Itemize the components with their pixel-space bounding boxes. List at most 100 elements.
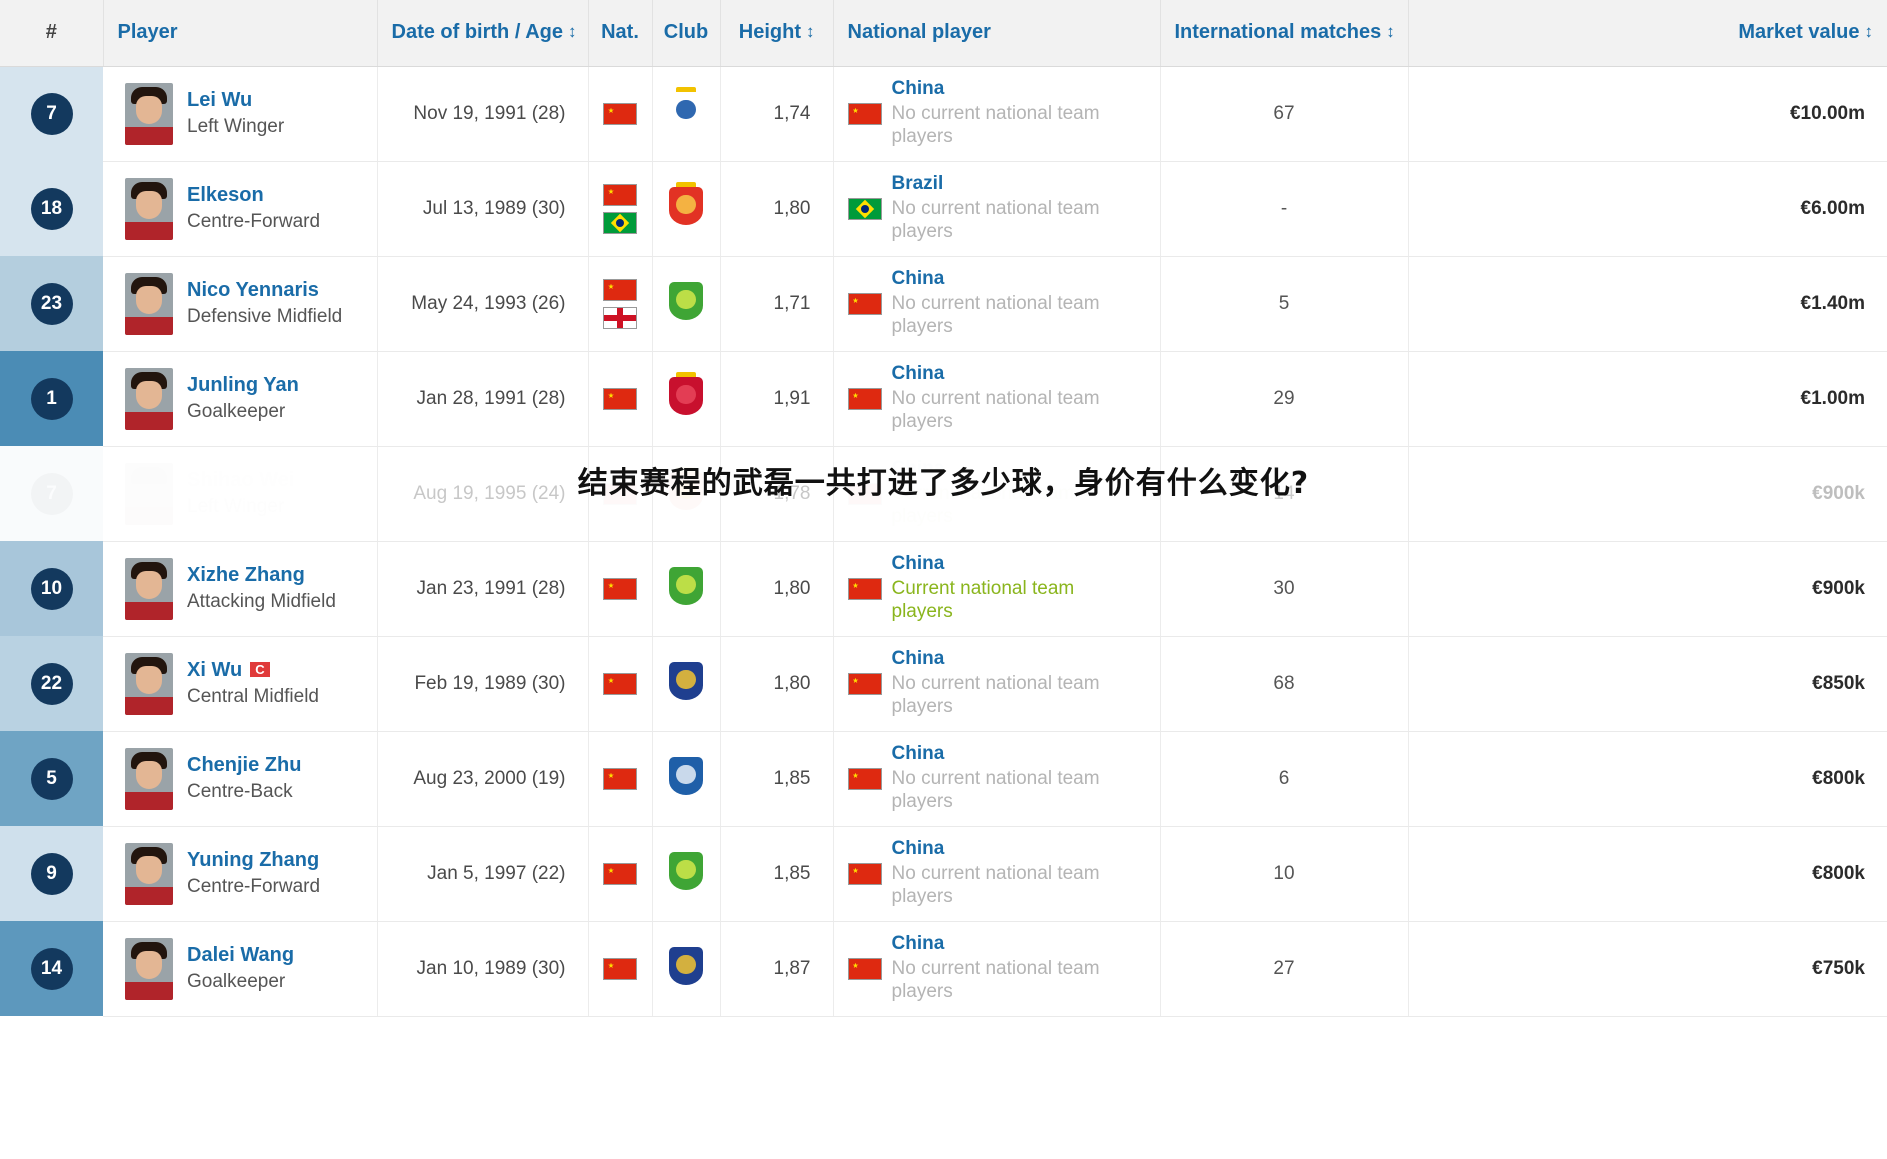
club-cell[interactable] (652, 256, 721, 352)
column-header-height[interactable]: Height ↕ (720, 0, 834, 67)
club-crest-icon[interactable] (669, 756, 703, 795)
sort-updown-icon[interactable]: ↕ (568, 22, 577, 42)
flag-brazil-icon (603, 211, 637, 234)
market-value-cell[interactable]: €750k (1408, 921, 1887, 1017)
table-row[interactable]: 7 Shihao Wei Left Winger Aug 19, 1995 (24) 1… (0, 446, 1887, 542)
player-name-link[interactable]: Lei Wu (187, 90, 284, 111)
nationality-cell (588, 921, 653, 1017)
club-crest-icon[interactable] (669, 86, 703, 130)
column-header-rank[interactable]: # (0, 0, 104, 67)
player-cell[interactable]: Xi Wu C Central Midfield (103, 636, 378, 732)
flag-england-icon (603, 306, 637, 329)
player-position: Left Winger (187, 116, 285, 138)
national-team-country[interactable]: China (892, 933, 1132, 955)
national-team-country[interactable]: China (892, 363, 1132, 385)
player-cell[interactable]: Chenjie Zhu Centre-Back (103, 731, 378, 827)
national-team-country[interactable]: China (892, 458, 1132, 480)
national-team-country[interactable]: China (892, 553, 1132, 575)
rank-cell: 10 (0, 541, 103, 636)
column-header-intl[interactable]: International matches ↕ (1160, 0, 1409, 67)
player-name-link[interactable]: Dalei Wang (187, 945, 294, 966)
club-cell[interactable] (652, 731, 721, 827)
sort-updown-icon[interactable]: ↕ (806, 22, 815, 42)
player-name-link[interactable]: Junling Yan (187, 375, 299, 396)
table-row[interactable]: 23 Nico Yennaris Defensive Midfield May 24,… (0, 256, 1887, 352)
table-row[interactable]: 22 Xi Wu C Central Midfield Feb 19, 1989 (30… (0, 636, 1887, 732)
player-cell[interactable]: Junling Yan Goalkeeper (103, 351, 378, 447)
club-crest-icon[interactable] (669, 281, 703, 320)
player-cell[interactable]: Elkeson Centre-Forward (103, 161, 378, 257)
international-matches-cell: 6 (1160, 731, 1409, 827)
column-header-market[interactable]: Market value ↕ (1408, 0, 1887, 67)
table-row[interactable]: 9 Yuning Zhang Centre-Forward Jan 5, 1997 (… (0, 826, 1887, 922)
column-header-national[interactable]: National player (833, 0, 1161, 67)
national-team-country[interactable]: China (892, 78, 1132, 100)
shirt-number-badge: 9 (30, 852, 73, 895)
market-value-cell[interactable]: €10.00m (1408, 66, 1887, 162)
market-value-cell[interactable]: €800k (1408, 826, 1887, 922)
player-name-link[interactable]: Xizhe Zhang (187, 565, 336, 586)
column-header-club[interactable]: Club (652, 0, 721, 67)
market-value-cell[interactable]: €6.00m (1408, 161, 1887, 257)
table-row[interactable]: 10 Xizhe Zhang Attacking Midfield Jan 23, 1… (0, 541, 1887, 637)
market-value-cell[interactable]: €900k (1408, 541, 1887, 637)
market-value-cell[interactable]: €1.40m (1408, 256, 1887, 352)
table-row[interactable]: 14 Dalei Wang Goalkeeper Jan 10, 1989 (30) 1… (0, 921, 1887, 1017)
club-cell[interactable] (652, 351, 721, 447)
player-cell[interactable]: Yuning Zhang Centre-Forward (103, 826, 378, 922)
player-name-text: Dalei Wang (187, 944, 295, 967)
club-crest-icon[interactable] (669, 661, 703, 700)
player-cell[interactable]: Dalei Wang Goalkeeper (103, 921, 378, 1017)
club-cell[interactable] (652, 446, 721, 542)
table-row[interactable]: 5 Chenjie Zhu Centre-Back Aug 23, 2000 (19)… (0, 731, 1887, 827)
market-value-cell[interactable]: €800k (1408, 731, 1887, 827)
club-crest-icon[interactable] (669, 371, 703, 415)
player-name-link[interactable]: Elkeson (187, 185, 320, 206)
club-cell[interactable] (652, 826, 721, 922)
player-position: Left Winger (187, 497, 294, 517)
column-header-dob[interactable]: Date of birth / Age ↕ (377, 0, 589, 67)
player-cell[interactable]: Nico Yennaris Defensive Midfield (103, 256, 378, 352)
player-name-link[interactable]: Chenjie Zhu (187, 755, 301, 776)
player-cell[interactable]: Xizhe Zhang Attacking Midfield (103, 541, 378, 637)
market-value-cell[interactable]: €1.00m (1408, 351, 1887, 447)
player-name-link[interactable]: Nico Yennaris (187, 280, 342, 301)
national-player-cell: China No current national team players (833, 256, 1161, 352)
club-crest-icon[interactable] (669, 181, 703, 225)
player-name-link[interactable]: Yuning Zhang (187, 850, 320, 871)
club-crest-icon[interactable] (669, 566, 703, 605)
club-crest-icon[interactable] (669, 851, 703, 890)
column-header-player-label: Player (117, 21, 178, 44)
club-cell[interactable] (652, 66, 721, 162)
national-team-country[interactable]: Brazil (892, 173, 1132, 195)
sort-updown-icon[interactable]: ↕ (1865, 22, 1874, 42)
player-cell[interactable]: Lei Wu Left Winger (103, 66, 378, 162)
club-crest-icon[interactable] (669, 472, 703, 510)
market-value-cell[interactable]: €900k (1408, 446, 1887, 542)
player-cell[interactable]: Shihao Wei Left Winger (103, 446, 378, 542)
nationality-cell (588, 826, 653, 922)
sort-updown-icon[interactable]: ↕ (1386, 22, 1395, 42)
club-crest-icon[interactable] (669, 946, 703, 985)
flag-china-icon (603, 387, 637, 410)
column-header-player[interactable]: Player (103, 0, 378, 67)
national-team-country[interactable]: China (892, 268, 1132, 290)
flag-china-icon (603, 862, 637, 885)
national-team-country[interactable]: China (892, 743, 1132, 765)
national-team-status: No current national team players (891, 673, 1100, 717)
table-row[interactable]: 7 Lei Wu Left Winger Nov 19, 1991 (28) 1,74 C… (0, 66, 1887, 162)
club-cell[interactable] (652, 161, 721, 257)
date-of-birth-cell: Feb 19, 1989 (30) (377, 636, 589, 732)
column-header-nat[interactable]: Nat. (588, 0, 653, 67)
player-name-link[interactable]: Shihao Wei (187, 470, 294, 491)
national-team-country[interactable]: China (892, 838, 1132, 860)
national-team-country[interactable]: China (892, 648, 1132, 670)
table-row[interactable]: 1 Junling Yan Goalkeeper Jan 28, 1991 (28) 1… (0, 351, 1887, 447)
club-cell[interactable] (652, 541, 721, 637)
national-team-status: No current national team players (891, 768, 1100, 812)
club-cell[interactable] (652, 636, 721, 732)
club-cell[interactable] (652, 921, 721, 1017)
market-value-cell[interactable]: €850k (1408, 636, 1887, 732)
table-row[interactable]: 18 Elkeson Centre-Forward Jul 13, 1989 (30)… (0, 161, 1887, 257)
player-name-link[interactable]: Xi Wu C (187, 659, 319, 682)
